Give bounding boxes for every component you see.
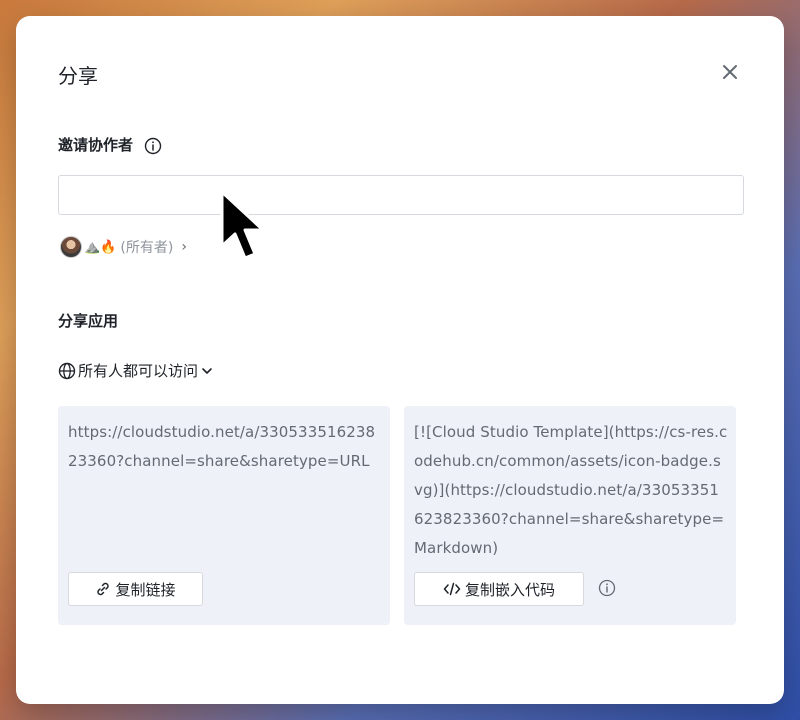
chevron-down-icon: [202, 367, 212, 374]
access-label: 所有人都可以访问: [78, 362, 199, 380]
link-icon: [97, 582, 110, 596]
copy-link-button[interactable]: 复制链接: [68, 572, 203, 606]
owner-row[interactable]: ⛰️🔥 (所有者) ›: [60, 234, 187, 260]
code-icon: [443, 582, 461, 596]
dialog-title: 分享: [58, 64, 98, 88]
mouse-cursor-icon: [220, 190, 265, 260]
globe-icon: [58, 362, 76, 379]
copy-link-label: 复制链接: [115, 580, 176, 599]
invite-section-label: 邀请协作者: [58, 134, 162, 155]
access-dropdown[interactable]: 所有人都可以访问: [58, 360, 214, 381]
share-link-text: https://cloudstudio.net/a/33053351623823…: [68, 423, 376, 470]
avatar: [60, 236, 82, 258]
copy-embed-label: 复制嵌入代码: [464, 580, 555, 599]
embed-code-text: [![Cloud Studio Template](https://cs-res…: [414, 423, 728, 557]
info-icon[interactable]: [598, 579, 616, 597]
chevron-right-icon: ›: [181, 239, 187, 255]
owner-label: (所有者): [120, 240, 174, 256]
share-app-label: 分享应用: [58, 312, 119, 330]
invite-label-text: 邀请协作者: [58, 136, 134, 154]
share-dialog: 分享 邀请协作者 ⛰️🔥 (所有者) › 分享应用 所有人都可以访问 https…: [16, 16, 784, 704]
invite-collaborator-input[interactable]: [58, 175, 744, 215]
close-icon[interactable]: [718, 60, 742, 84]
owner-emojis: ⛰️🔥: [84, 239, 117, 255]
info-icon[interactable]: [144, 137, 162, 155]
copy-embed-button[interactable]: 复制嵌入代码: [414, 572, 584, 606]
